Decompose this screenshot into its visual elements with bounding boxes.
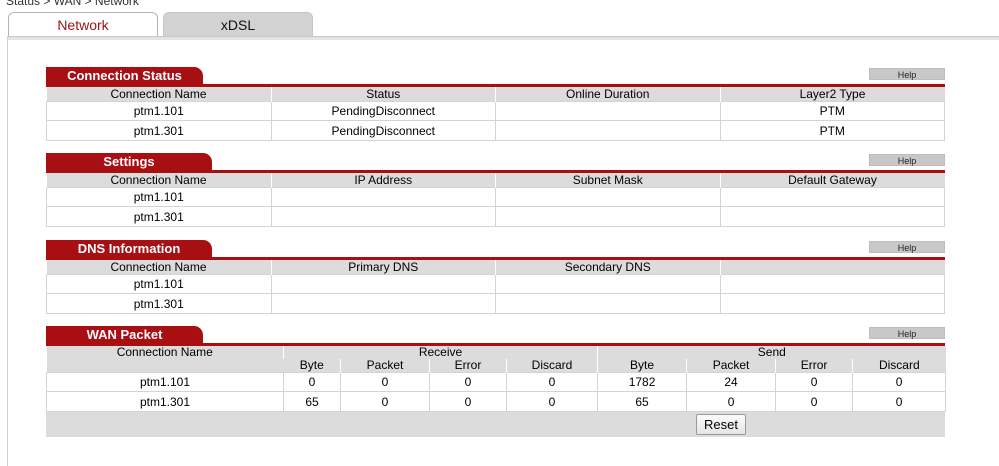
table-cell: 0 [775, 372, 854, 392]
table-cell: ptm1.101 [46, 187, 272, 207]
column-header: Layer2 Type [719, 87, 945, 102]
column-header: Byte [283, 359, 341, 373]
column-header: Primary DNS [270, 260, 496, 275]
table-cell: 1782 [597, 372, 688, 392]
table-cell: ptm1.301 [46, 206, 272, 227]
table-cell [270, 293, 496, 314]
table-cell: ptm1.101 [46, 274, 272, 294]
table-row: ptm1.101 [46, 187, 945, 207]
table-row: ptm1.301 PendingDisconnect PTM [46, 120, 945, 141]
table-cell: PTM [719, 120, 945, 141]
tab-xdsl[interactable]: xDSL [163, 12, 313, 38]
table-row: ptm1.301 [46, 206, 945, 227]
table-cell [495, 187, 721, 207]
table-cell: 65 [283, 391, 341, 412]
column-header: IP Address [270, 173, 496, 188]
table-cell: ptm1.101 [46, 372, 284, 392]
column-header: Connection Name [46, 173, 271, 188]
help-button[interactable]: Help [869, 241, 945, 253]
table-cell [495, 206, 721, 227]
tab-bar: Network xDSL [8, 12, 999, 38]
column-header: Connection Name [46, 87, 271, 102]
column-header: Error [775, 359, 853, 373]
table-cell [270, 187, 496, 207]
connection-status-table: Connection Name Status Online Duration L… [46, 87, 945, 141]
table-cell: PendingDisconnect [270, 101, 496, 121]
table-cell [495, 101, 721, 121]
column-header: Subnet Mask [495, 173, 720, 188]
breadcrumb: Status > WAN > Network [6, 0, 139, 8]
frame-border [7, 36, 8, 466]
section-title: DNS Information [46, 240, 212, 257]
table-cell [495, 274, 721, 294]
table-cell [719, 274, 945, 294]
column-header: Connection Name [46, 260, 271, 275]
column-header [719, 260, 945, 275]
table-row: ptm1.101 0 0 0 0 1782 24 0 0 [46, 372, 947, 392]
column-header: Status [270, 87, 496, 102]
table-cell [495, 120, 721, 141]
table-cell: ptm1.301 [46, 293, 272, 314]
button-bar: Reset [46, 412, 945, 437]
table-cell: 0 [852, 372, 947, 392]
table-cell [270, 206, 496, 227]
column-header: Discard [852, 359, 946, 373]
column-header: Connection Name [46, 346, 284, 373]
table-cell: 0 [429, 391, 507, 412]
column-header: Byte [597, 359, 687, 373]
wan-packet-table: Connection Name Receive Send Byte Packet… [46, 346, 947, 412]
column-header: Default Gateway [719, 173, 945, 188]
reset-button[interactable]: Reset [696, 414, 746, 435]
table-cell [719, 206, 945, 227]
connection-status-section: Connection Status Help Connection Name S… [46, 67, 945, 141]
column-header: Packet [340, 359, 430, 373]
table-cell [495, 293, 721, 314]
settings-table: Connection Name IP Address Subnet Mask D… [46, 173, 945, 227]
table-cell: 0 [775, 391, 854, 412]
dns-table: Connection Name Primary DNS Secondary DN… [46, 260, 945, 314]
section-title: Settings [46, 153, 212, 170]
help-button[interactable]: Help [869, 327, 945, 339]
help-button[interactable]: Help [869, 68, 945, 80]
column-header: Error [429, 359, 507, 373]
wan-packet-section: WAN Packet Help Connection Name Receive … [46, 326, 947, 437]
table-cell: ptm1.301 [46, 391, 284, 412]
table-cell: 0 [852, 391, 947, 412]
table-cell [270, 274, 496, 294]
help-button[interactable]: Help [869, 154, 945, 166]
table-cell: 65 [597, 391, 688, 412]
table-row: ptm1.301 [46, 293, 945, 314]
table-cell: 0 [505, 391, 599, 412]
table-row: ptm1.301 65 0 0 0 65 0 0 0 [46, 391, 947, 412]
table-cell [719, 293, 945, 314]
table-cell [719, 187, 945, 207]
column-header: Discard [505, 359, 598, 373]
tab-network[interactable]: Network [8, 12, 158, 38]
table-cell: 0 [283, 372, 341, 392]
table-cell: PendingDisconnect [270, 120, 496, 141]
dns-section: DNS Information Help Connection Name Pri… [46, 240, 945, 314]
settings-section: Settings Help Connection Name IP Address… [46, 153, 945, 227]
column-header: Secondary DNS [495, 260, 720, 275]
table-cell: 0 [429, 372, 507, 392]
table-cell: 0 [686, 391, 777, 412]
table-row: ptm1.101 PendingDisconnect PTM [46, 101, 945, 121]
table-cell: ptm1.101 [46, 101, 272, 121]
column-header: Packet [686, 359, 776, 373]
table-cell: 0 [340, 372, 430, 392]
table-cell: 0 [505, 372, 599, 392]
table-cell: PTM [719, 101, 945, 121]
section-title: WAN Packet [46, 326, 203, 343]
tab-divider [8, 36, 999, 40]
table-cell: 24 [686, 372, 777, 392]
section-title: Connection Status [46, 67, 203, 84]
table-cell: ptm1.301 [46, 120, 272, 141]
table-cell: 0 [340, 391, 430, 412]
column-header: Online Duration [495, 87, 720, 102]
table-row: ptm1.101 [46, 274, 945, 294]
